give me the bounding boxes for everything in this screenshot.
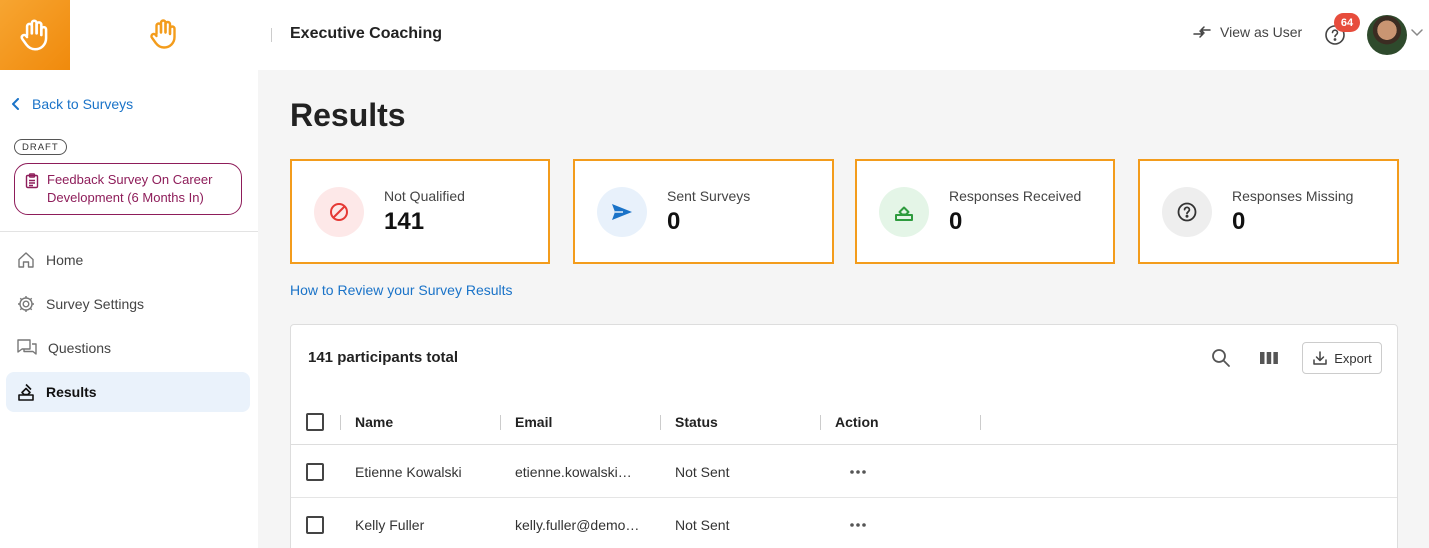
app-logo[interactable] bbox=[0, 0, 70, 70]
column-divider bbox=[340, 415, 341, 430]
hand-wave-icon bbox=[20, 19, 48, 51]
sidebar-item-label: Results bbox=[46, 384, 97, 400]
question-icon bbox=[1162, 186, 1212, 237]
row-actions-cell bbox=[849, 499, 867, 548]
hand-wave-logo-icon bbox=[146, 16, 182, 52]
row-select-cell bbox=[306, 499, 324, 548]
main-content: Results Not Qualified 141 Sent Surveys 0 bbox=[258, 70, 1429, 548]
stat-card-sent-surveys: Sent Surveys 0 bbox=[573, 159, 834, 264]
row-select-cell bbox=[306, 446, 324, 497]
page-title: Results bbox=[290, 97, 406, 133]
app-title: Executive Coaching bbox=[290, 25, 443, 42]
row-checkbox[interactable] bbox=[306, 515, 324, 534]
column-divider bbox=[820, 415, 821, 430]
table-row[interactable]: Etienne Kowalski etienne.kowalski… Not S… bbox=[291, 446, 1397, 498]
survey-name-chip[interactable]: Feedback Survey On Career Development (6… bbox=[14, 163, 242, 215]
swap-arrows-icon bbox=[1193, 26, 1211, 38]
stat-label: Responses Received bbox=[949, 187, 1082, 204]
sidebar-item-questions[interactable]: Questions bbox=[6, 328, 250, 368]
view-as-user-label: View as User bbox=[1220, 24, 1303, 40]
download-icon bbox=[1313, 351, 1327, 365]
column-divider bbox=[980, 415, 981, 430]
export-label: Export bbox=[1334, 350, 1372, 366]
participant-name: Etienne Kowalski bbox=[355, 463, 462, 480]
view-as-user-button[interactable]: View as User bbox=[1192, 24, 1302, 40]
top-bar: Executive Coaching View as User 64 bbox=[0, 0, 1429, 70]
results-icon bbox=[18, 383, 34, 401]
sidebar-item-results[interactable]: Results bbox=[6, 372, 250, 412]
chat-icon bbox=[17, 339, 37, 355]
stat-value: 0 bbox=[667, 207, 681, 235]
sidebar-item-home[interactable]: Home bbox=[6, 240, 250, 280]
clipboard-icon bbox=[25, 173, 39, 189]
column-header-name[interactable]: Name bbox=[355, 400, 393, 444]
ballot-icon bbox=[879, 186, 929, 237]
stat-card-not-qualified: Not Qualified 141 bbox=[290, 159, 550, 264]
participant-email: kelly.fuller@demo… bbox=[515, 516, 640, 533]
row-actions-cell bbox=[849, 446, 867, 497]
stat-card-responses-received: Responses Received 0 bbox=[855, 159, 1115, 264]
participant-name: Kelly Fuller bbox=[355, 516, 425, 533]
sidebar-item-label: Questions bbox=[48, 340, 112, 356]
column-header-status[interactable]: Status bbox=[675, 400, 718, 444]
ban-icon bbox=[314, 186, 364, 237]
more-actions-icon[interactable] bbox=[849, 469, 867, 475]
stat-value: 0 bbox=[1232, 207, 1246, 235]
participants-count: 141 participants total bbox=[308, 349, 459, 366]
stat-card-responses-missing: Responses Missing 0 bbox=[1138, 159, 1399, 264]
survey-name: Feedback Survey On Career Development (6… bbox=[47, 172, 213, 205]
column-divider bbox=[660, 415, 661, 430]
sidebar: Back to Surveys DRAFT Feedback Survey On… bbox=[0, 70, 258, 548]
home-icon bbox=[18, 252, 34, 268]
chevron-down-icon[interactable] bbox=[1411, 29, 1423, 37]
gear-icon bbox=[18, 296, 34, 312]
column-divider bbox=[500, 415, 501, 430]
column-header-email[interactable]: Email bbox=[515, 400, 552, 444]
select-all-cell bbox=[306, 400, 324, 444]
row-checkbox[interactable] bbox=[306, 462, 324, 481]
sidebar-item-label: Home bbox=[46, 252, 84, 268]
stat-value: 141 bbox=[384, 207, 425, 235]
search-icon[interactable] bbox=[1210, 347, 1232, 369]
table-header: Name Email Status Action bbox=[291, 400, 1397, 445]
stat-label: Not Qualified bbox=[384, 187, 465, 204]
stat-value: 0 bbox=[949, 207, 963, 235]
table-row[interactable]: Kelly Fuller kelly.fuller@demo… Not Sent bbox=[291, 499, 1397, 548]
sidebar-divider bbox=[0, 231, 258, 232]
back-to-surveys-link[interactable]: Back to Surveys bbox=[12, 96, 133, 112]
sidebar-item-survey-settings[interactable]: Survey Settings bbox=[6, 284, 250, 324]
export-button[interactable]: Export bbox=[1302, 342, 1382, 374]
more-actions-icon[interactable] bbox=[849, 522, 867, 528]
header-divider bbox=[271, 28, 272, 42]
column-header-action: Action bbox=[835, 414, 879, 430]
participants-table: 141 participants total Export Name Email… bbox=[290, 324, 1398, 548]
participant-status: Not Sent bbox=[675, 516, 730, 533]
back-to-surveys-label: Back to Surveys bbox=[32, 96, 134, 112]
user-avatar[interactable] bbox=[1367, 15, 1407, 55]
review-results-link[interactable]: How to Review your Survey Results bbox=[290, 282, 513, 298]
columns-icon[interactable] bbox=[1258, 347, 1280, 369]
send-icon bbox=[597, 186, 647, 237]
chevron-left-icon bbox=[12, 98, 19, 110]
select-all-checkbox[interactable] bbox=[306, 413, 324, 431]
stat-label: Sent Surveys bbox=[667, 187, 751, 204]
participant-email: etienne.kowalski… bbox=[515, 463, 632, 480]
participant-status: Not Sent bbox=[675, 463, 730, 480]
notification-badge[interactable]: 64 bbox=[1334, 13, 1360, 32]
stat-label: Responses Missing bbox=[1232, 187, 1354, 204]
status-badge: DRAFT bbox=[14, 139, 67, 155]
sidebar-item-label: Survey Settings bbox=[46, 296, 145, 312]
